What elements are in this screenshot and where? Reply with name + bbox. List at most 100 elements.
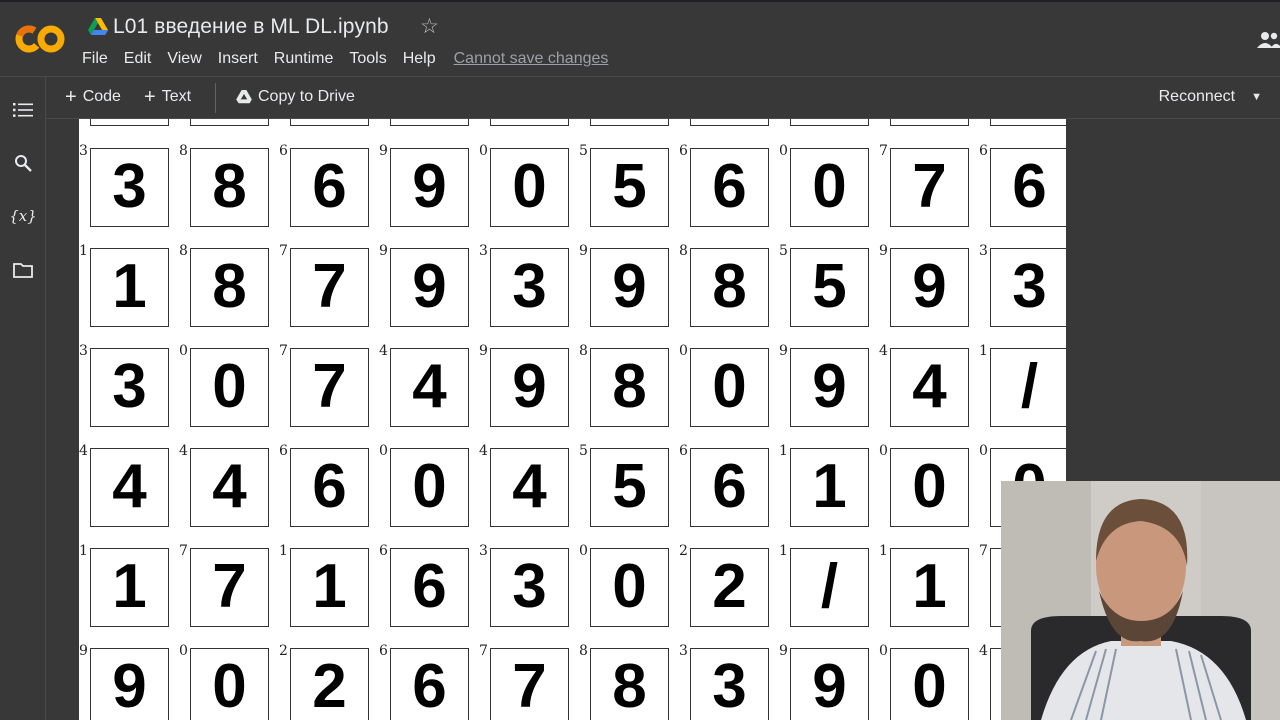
digit-label: 6 (279, 143, 288, 159)
digit-glyph: 3 (712, 651, 747, 720)
digit-glyph: 6 (1012, 151, 1047, 221)
digit-box: 7 (190, 548, 269, 627)
digit-glyph: 3 (112, 151, 147, 221)
digit-box: 9 (390, 248, 469, 327)
digit-label: 3 (479, 243, 488, 259)
digit-label: 6 (279, 443, 288, 459)
menu-view[interactable]: View (167, 50, 201, 68)
digit-box: 0 (390, 448, 469, 527)
digit-box: 7 (490, 648, 569, 720)
digit-label: 2 (679, 543, 688, 559)
digit-box: 3 (490, 248, 569, 327)
digit-label: 1 (979, 343, 988, 359)
menu-tools[interactable]: Tools (349, 50, 386, 68)
digit-cell: 33 (479, 242, 579, 342)
reconnect-button[interactable]: Reconnect ▼ (1159, 88, 1262, 106)
digit-label: 0 (379, 443, 388, 459)
digit-box: 0 (890, 648, 969, 720)
digit-cell: 77 (279, 342, 379, 442)
add-text-button[interactable]: + Text (144, 87, 191, 107)
digit-label: 6 (379, 543, 388, 559)
digit-box: 0 (690, 348, 769, 427)
plus-icon: + (65, 86, 77, 108)
digit-box: 9 (790, 348, 869, 427)
colab-logo-icon[interactable] (14, 19, 68, 59)
digit-box: / (790, 548, 869, 627)
folder-icon[interactable] (12, 259, 34, 281)
digit-label: 7 (179, 543, 188, 559)
digit-box (790, 119, 869, 126)
caret-down-icon[interactable]: ▼ (1251, 91, 1262, 103)
digit-box (290, 119, 369, 126)
digit-label: 3 (979, 243, 988, 259)
digit-box: 0 (790, 148, 869, 227)
digit-box: 4 (890, 348, 969, 427)
digit-box (690, 119, 769, 126)
digit-cell: 33 (79, 142, 179, 242)
digit-box: / (990, 348, 1066, 427)
digit-box (590, 119, 669, 126)
digit-label: 8 (179, 243, 188, 259)
notebook-title[interactable]: L01 введение в ML DL.ipynb (113, 15, 389, 39)
digit-glyph: 9 (812, 651, 847, 720)
digit-glyph: 0 (412, 451, 447, 521)
digit-label: 7 (879, 143, 888, 159)
toc-icon[interactable] (12, 99, 34, 121)
variables-icon[interactable]: {x} (9, 205, 37, 227)
add-code-button[interactable]: + Code (65, 86, 121, 108)
digit-cell: 55 (579, 442, 679, 542)
digit-label: 0 (579, 543, 588, 559)
digit-label: 3 (79, 143, 88, 159)
mnist-digit-grid: 3388669900556600776611887799339988559933… (79, 119, 1066, 720)
digit-glyph: 6 (412, 651, 447, 720)
digit-box: 4 (190, 448, 269, 527)
digit-cell: 00 (679, 342, 779, 442)
digit-cell: 77 (479, 642, 579, 720)
cannot-save-link[interactable]: Cannot save changes (454, 50, 609, 68)
digit-cell: 99 (579, 242, 679, 342)
digit-cell: 99 (779, 642, 879, 720)
digit-box: 9 (90, 648, 169, 720)
digit-cell: 88 (579, 642, 679, 720)
digit-glyph: 9 (912, 251, 947, 321)
digit-glyph: 5 (612, 451, 647, 521)
menu-file[interactable]: File (82, 50, 108, 68)
menu-runtime[interactable]: Runtime (274, 50, 334, 68)
digit-label: 7 (279, 343, 288, 359)
digit-label: 8 (179, 143, 188, 159)
digit-glyph: 6 (412, 551, 447, 621)
digit-label: 9 (379, 243, 388, 259)
digit-label: 6 (979, 143, 988, 159)
digit-label: 1 (79, 243, 88, 259)
digit-box: 1 (790, 448, 869, 527)
digit-cell: 99 (79, 642, 179, 720)
digit-glyph: 7 (912, 151, 947, 221)
digit-box: 0 (190, 648, 269, 720)
digit-cell: 66 (379, 642, 479, 720)
menu-help[interactable]: Help (403, 50, 436, 68)
digit-label: 9 (879, 243, 888, 259)
digit-glyph: 1 (912, 551, 947, 621)
digit-label: 4 (879, 343, 888, 359)
digit-glyph: 6 (712, 151, 747, 221)
digit-cell: 99 (879, 242, 979, 342)
digit-glyph: 9 (612, 251, 647, 321)
digit-glyph: 0 (212, 651, 247, 720)
digit-glyph: 6 (312, 151, 347, 221)
menu-edit[interactable]: Edit (124, 50, 152, 68)
digit-glyph: / (1020, 351, 1039, 421)
people-icon[interactable] (1256, 30, 1280, 50)
digit-label: 9 (479, 343, 488, 359)
digit-cell: 11 (779, 442, 879, 542)
digit-cell: 22 (279, 642, 379, 720)
menu-insert[interactable]: Insert (218, 50, 258, 68)
copy-to-drive-button[interactable]: Copy to Drive (236, 88, 355, 106)
digit-cell: 55 (579, 142, 679, 242)
digit-cell: 88 (679, 242, 779, 342)
digit-box: 9 (390, 148, 469, 227)
digit-cell: 11 (279, 542, 379, 642)
star-icon[interactable]: ☆ (420, 14, 439, 39)
search-icon[interactable] (12, 152, 34, 174)
digit-label: 0 (179, 343, 188, 359)
digit-cell: 11 (79, 542, 179, 642)
